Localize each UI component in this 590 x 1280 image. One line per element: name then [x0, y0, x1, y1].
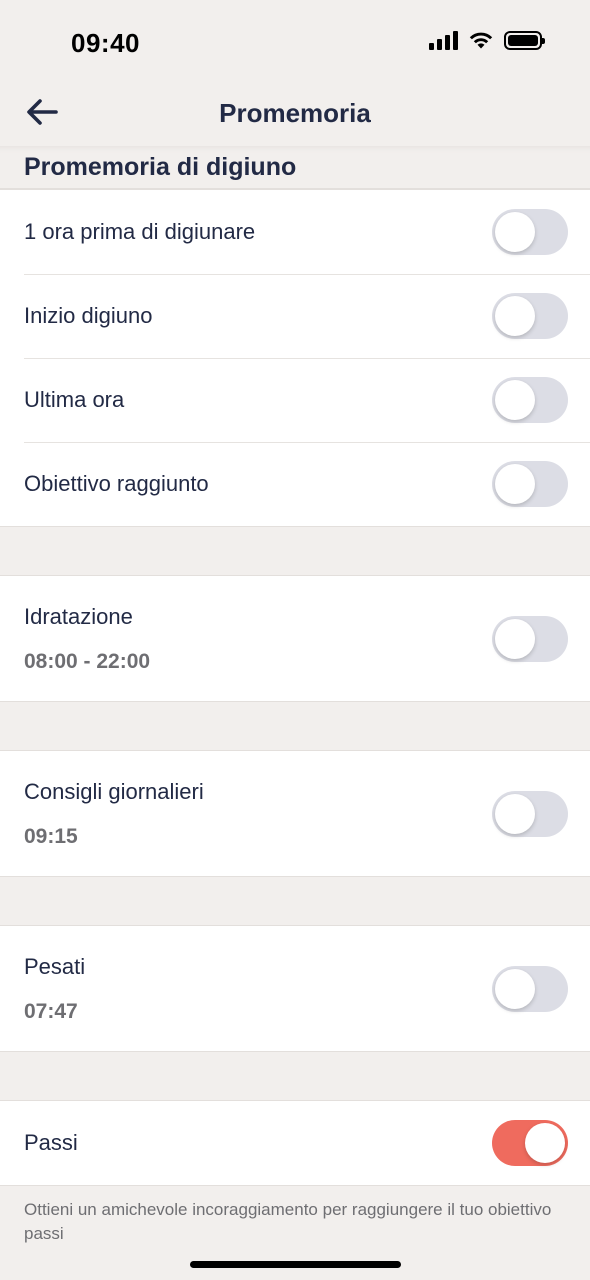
reminder-label: Ultima ora	[24, 387, 125, 412]
reminder-text: Pesati 07:47	[24, 954, 85, 1024]
reminder-row-before-fast[interactable]: 1 ora prima di digiunare	[0, 190, 590, 274]
reminders-screen: 09:40 Promemoria Promemoria di digiuno 1…	[0, 0, 590, 1280]
reminder-label: Pesati	[24, 953, 86, 979]
steps-group: Passi	[0, 1100, 590, 1186]
toggle-knob	[495, 212, 535, 252]
reminder-toggle-goal-reached[interactable]	[492, 461, 568, 507]
reminder-toggle-weigh[interactable]	[492, 965, 568, 1012]
reminder-row-daily-tips[interactable]: Consigli giornalieri 09:15	[0, 751, 590, 876]
reminder-label: Consigli giornalieri	[24, 778, 204, 804]
reminder-label: 1 ora prima di digiunare	[24, 219, 256, 244]
reminder-toggle-last-hour[interactable]	[492, 377, 568, 423]
toggle-knob	[525, 1123, 565, 1163]
reminder-label: Inizio digiuno	[24, 303, 153, 328]
reminder-row-fast-start[interactable]: Inizio digiuno	[0, 274, 590, 358]
reminder-toggle-hydration[interactable]	[492, 615, 568, 662]
status-bar: 09:40	[0, 0, 590, 88]
reminder-time: 08:00 - 22:00	[24, 649, 151, 673]
weigh-group: Pesati 07:47	[0, 925, 590, 1052]
reminder-text: Idratazione 08:00 - 22:00	[24, 604, 150, 674]
toggle-knob	[495, 296, 535, 336]
hydration-group: Idratazione 08:00 - 22:00	[0, 575, 590, 702]
toggle-knob	[495, 793, 535, 834]
reminder-time: 07:47	[24, 999, 78, 1023]
daily-tips-group: Consigli giornalieri 09:15	[0, 750, 590, 877]
cellular-signal-icon	[429, 30, 458, 50]
home-indicator[interactable]	[190, 1261, 401, 1268]
reminder-row-hydration[interactable]: Idratazione 08:00 - 22:00	[0, 576, 590, 701]
reminder-time: 09:15	[24, 824, 78, 848]
reminder-toggle-steps[interactable]	[492, 1120, 568, 1166]
reminder-text: Consigli giornalieri 09:15	[24, 779, 204, 849]
steps-description: Ottieni un amichevole incoraggiamento pe…	[24, 1200, 552, 1243]
toggle-knob	[495, 618, 535, 659]
toggle-knob	[495, 968, 535, 1009]
wifi-icon	[469, 32, 493, 49]
reminder-row-last-hour[interactable]: Ultima ora	[0, 358, 590, 442]
reminder-row-steps[interactable]: Passi	[0, 1101, 590, 1185]
status-time: 09:40	[71, 28, 140, 58]
reminder-row-weigh[interactable]: Pesati 07:47	[0, 926, 590, 1051]
reminders-list[interactable]: Promemoria di digiuno 1 ora prima di dig…	[0, 146, 590, 1280]
reminder-toggle-before-fast[interactable]	[492, 209, 568, 255]
toggle-knob	[495, 380, 535, 420]
reminder-label: Idratazione	[24, 603, 133, 629]
reminder-toggle-fast-start[interactable]	[492, 293, 568, 339]
reminder-label: Obiettivo raggiunto	[24, 471, 209, 496]
status-icons	[429, 30, 545, 50]
battery-icon	[504, 30, 545, 50]
reminder-label: Passi	[24, 1130, 78, 1155]
reminder-toggle-daily-tips[interactable]	[492, 790, 568, 837]
toggle-knob	[495, 464, 535, 504]
fasting-section-header: Promemoria di digiuno	[0, 146, 590, 189]
reminder-row-goal-reached[interactable]: Obiettivo raggiunto	[0, 442, 590, 526]
fasting-reminders-group: 1 ora prima di digiunare Inizio digiuno …	[0, 189, 590, 527]
page-title: Promemoria	[219, 98, 371, 128]
navigation-bar: Promemoria	[0, 88, 590, 146]
